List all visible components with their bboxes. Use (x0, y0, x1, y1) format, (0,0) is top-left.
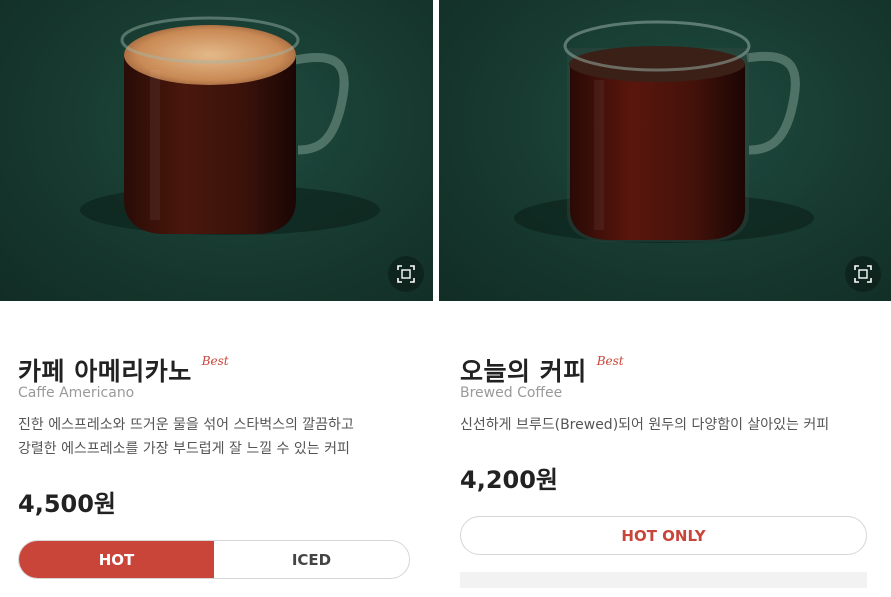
zoom-button-americano[interactable] (388, 256, 424, 292)
description-line: 신선하게 브루드(Brewed)되어 원두의 다양함이 살아있는 커피 (460, 417, 830, 433)
product-price: 4,200원 (460, 466, 558, 494)
product-description: 진한 에스프레소와 뜨거운 물을 섞어 스타벅스의 깔끔하고 강렬한 에스프레소… (18, 413, 428, 461)
best-badge: Best (201, 354, 229, 368)
description-line: 강렬한 에스프레소를 가장 부드럽게 잘 느낄 수 있는 커피 (18, 441, 350, 457)
product-title-row: 카페 아메리카노 Best (18, 352, 229, 388)
temperature-toggle: HOT ICED (18, 540, 410, 579)
description-line: 진한 에스프레소와 뜨거운 물을 섞어 스타벅스의 깔끔하고 (18, 417, 354, 433)
hot-option-button[interactable]: HOT (19, 541, 214, 578)
zoom-expand-icon (854, 265, 872, 283)
product-photo-brewed (439, 0, 891, 301)
product-name-ko: 카페 아메리카노 (18, 357, 192, 386)
zoom-button-brewed[interactable] (845, 256, 881, 292)
iced-option-button[interactable]: ICED (214, 541, 409, 578)
product-title-row: 오늘의 커피 Best (460, 352, 624, 388)
product-name-ko: 오늘의 커피 (460, 357, 587, 386)
bottom-placeholder-bar (460, 572, 867, 588)
product-card-americano: 카페 아메리카노 Best Caffe Americano 진한 에스프레소와 … (0, 0, 433, 597)
zoom-expand-icon (397, 265, 415, 283)
product-name-en: Brewed Coffee (460, 385, 563, 401)
best-badge: Best (596, 354, 624, 368)
product-price: 4,500원 (18, 490, 116, 518)
americano-mug-image (80, 16, 380, 235)
hot-only-button[interactable]: HOT ONLY (460, 516, 867, 555)
product-card-brewed: 오늘의 커피 Best Brewed Coffee 신선하게 브루드(Brewe… (439, 0, 891, 597)
product-name-en: Caffe Americano (18, 385, 135, 401)
product-photo-americano (0, 0, 433, 301)
product-description: 신선하게 브루드(Brewed)되어 원두의 다양함이 살아있는 커피 (460, 413, 888, 437)
brewed-mug-image (514, 20, 814, 243)
